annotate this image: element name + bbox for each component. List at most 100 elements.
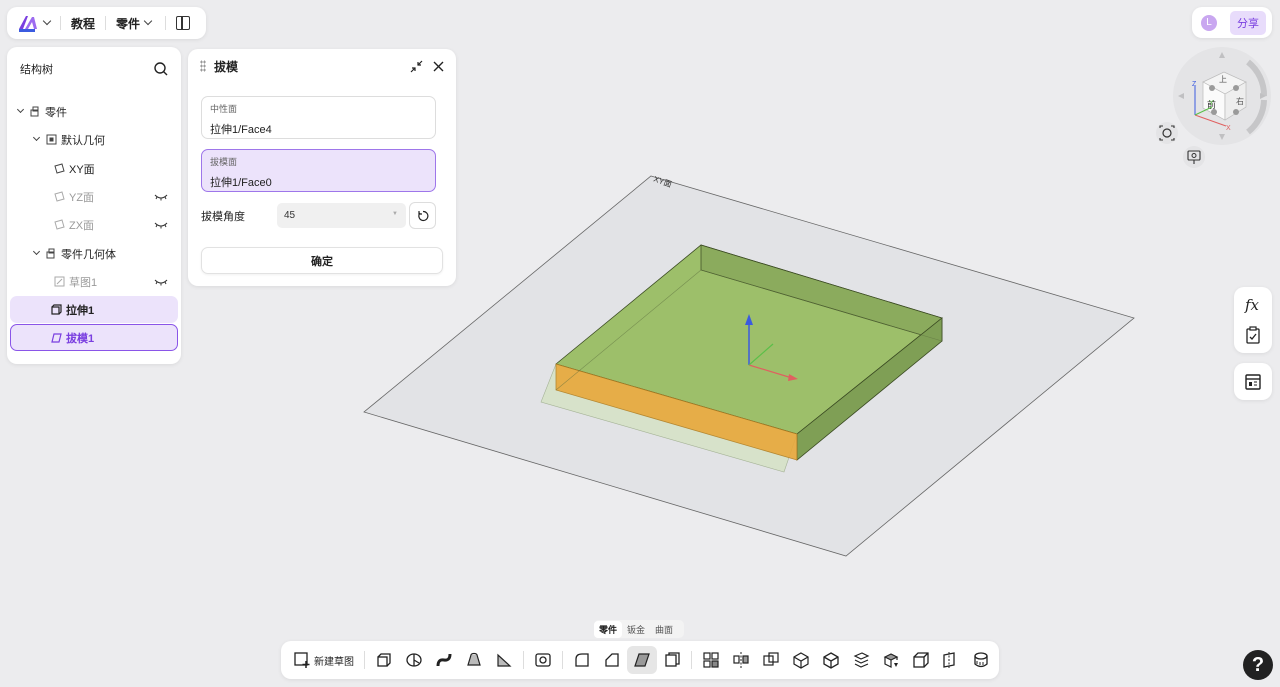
tree-item-yz-plane[interactable]: YZ面 [10,183,178,210]
tab-surface[interactable]: 曲面 [650,621,678,638]
tree-item-label: 默认几何 [61,134,105,147]
tutorial-link[interactable]: 教程 [71,15,95,32]
expand-chevron-icon[interactable] [32,247,41,256]
tab-sheet-metal[interactable]: 钣金 [622,621,650,638]
pattern-tool[interactable] [696,646,726,674]
rib-tool[interactable] [489,646,519,674]
combine-tool[interactable] [756,646,786,674]
shell-tool[interactable] [657,646,687,674]
plane-icon [54,163,65,174]
draft-face-value: 拉伸1/Face0 [210,177,272,189]
new-sketch-label: 新建草图 [314,656,354,668]
reference-geometry-icon [943,652,955,668]
draft-angle-input[interactable]: 45 ▼ [277,203,406,228]
loft-tool[interactable] [459,646,489,674]
tree-item-default-geometry[interactable]: 默认几何 [10,126,178,153]
logo-chevron-down-icon[interactable] [42,16,52,26]
formula-fx-icon[interactable]: fx [1244,296,1262,314]
search-icon[interactable] [154,62,168,76]
view-mode-icon[interactable] [1183,146,1205,168]
share-button[interactable]: 分享 [1230,10,1266,35]
delete-body-tool[interactable] [846,646,876,674]
zoom-fit-icon[interactable] [1156,122,1178,144]
reverse-direction-button[interactable] [409,202,436,229]
split-tool[interactable] [786,646,816,674]
default-geometry-icon [46,134,57,145]
tree-item-extrude1[interactable]: 拉伸1 [10,296,178,323]
hole-tool[interactable] [528,646,558,674]
draft-icon [634,653,650,667]
collapse-icon[interactable] [410,60,423,73]
plane-icon [54,191,65,202]
view-cube-widget[interactable]: 上 前 右 Z X Y [1173,47,1271,145]
draft-panel-title: 拔模 [214,59,239,74]
new-sketch-button[interactable]: 新建草图 [291,651,360,669]
avatar[interactable]: L [1201,14,1217,31]
hidden-eye-icon[interactable] [154,221,168,229]
view-cube-z-label: Z [1192,81,1197,88]
revolve-icon [406,653,422,667]
revolve-tool[interactable] [399,646,429,674]
draft-face-field[interactable]: 拔模面 拉伸1/Face0 [201,149,436,192]
toggle-panel-icon[interactable] [176,16,191,30]
replace-face-tool[interactable] [876,646,906,674]
tree-item-draft1[interactable]: 拔模1 [10,324,178,351]
divider [364,651,365,669]
top-left-toolbar: 教程 零件 [7,7,206,39]
delete-body-icon [853,652,870,668]
reference-geometry-tool[interactable] [936,646,966,674]
loft-icon [467,652,481,666]
tree-item-label: 拔模1 [66,332,95,345]
tree-item-label: 零件几何体 [61,248,116,261]
tree-item-label: XY面 [69,163,95,176]
tree-item-zx-plane[interactable]: ZX面 [10,211,178,238]
help-button[interactable]: ? [1243,650,1273,680]
chamfer-icon [605,653,619,667]
expand-chevron-icon[interactable] [32,133,41,142]
mirror-tool[interactable] [726,646,756,674]
draft-tool[interactable] [627,646,657,674]
draft-face-label: 拔模面 [210,157,238,167]
neutral-plane-field[interactable]: 中性面 拉伸1/Face4 [201,96,436,139]
move-body-tool[interactable] [816,646,846,674]
app-logo-icon[interactable] [17,13,39,33]
part-menu-button[interactable]: 零件 [116,15,140,32]
hidden-eye-icon[interactable] [154,193,168,201]
tree-item-label: 拉伸1 [66,304,95,317]
hidden-eye-icon[interactable] [154,278,168,286]
right-table-card [1234,363,1272,400]
close-icon[interactable] [433,61,444,72]
extrude-tool[interactable] [369,646,399,674]
measure-tool[interactable] [966,646,996,674]
stepper-caret-icon[interactable]: ▼ [392,211,398,217]
tab-part[interactable]: 零件 [594,620,623,638]
expand-chevron-icon[interactable] [16,105,25,114]
divider [165,16,167,30]
svg-text:fx: fx [1244,296,1260,314]
rotate-icon [417,210,428,221]
divider [105,16,107,30]
thicken-tool[interactable] [906,646,936,674]
drag-handle-icon[interactable] [200,60,206,72]
thicken-icon [913,652,929,668]
draft-icon [51,333,62,343]
chamfer-tool[interactable] [597,646,627,674]
sweep-tool[interactable] [429,646,459,674]
view-cube-right-label: 右 [1236,96,1244,106]
draft-angle-label: 拔模角度 [201,211,245,223]
pattern-icon [703,652,719,668]
tree-item-sketch1[interactable]: 草图1 [10,268,178,295]
divider [523,651,524,669]
neutral-plane-value: 拉伸1/Face4 [210,124,272,136]
tree-item-part-body[interactable]: 零件几何体 [10,240,178,267]
measure-icon [974,652,988,668]
fillet-tool[interactable] [567,646,597,674]
part-chevron-down-icon[interactable] [143,16,153,26]
structure-tree-title: 结构树 [20,64,53,76]
tree-item-part[interactable]: 零件 [10,98,178,125]
table-icon[interactable] [1244,373,1262,391]
checklist-icon[interactable] [1244,326,1262,344]
tree-item-xy-plane[interactable]: XY面 [10,155,178,182]
confirm-button[interactable]: 确定 [201,247,443,274]
extrude-icon [51,304,62,315]
